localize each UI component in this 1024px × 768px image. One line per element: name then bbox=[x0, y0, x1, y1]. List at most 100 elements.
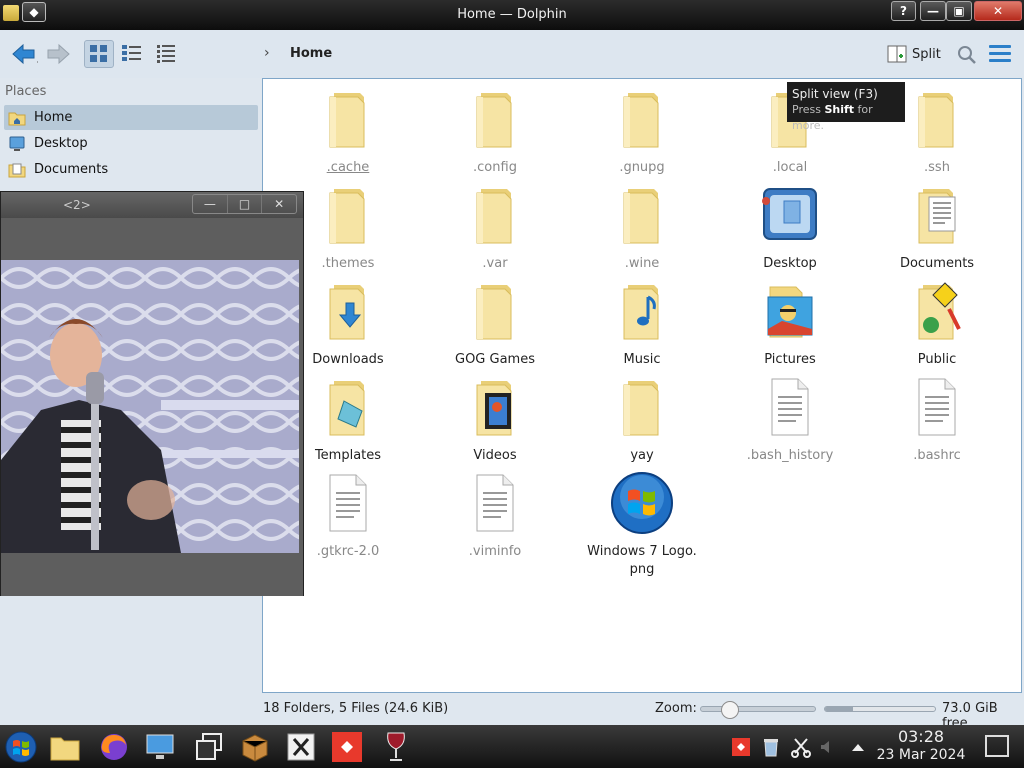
compact-view-button[interactable] bbox=[118, 40, 148, 68]
file-label: .bashrc bbox=[913, 448, 961, 463]
places-item-documents[interactable]: Documents bbox=[4, 157, 258, 182]
file-item-desktop[interactable]: Desktop bbox=[725, 183, 855, 273]
videos-folder-icon bbox=[476, 381, 512, 436]
places-item-desktop[interactable]: Desktop bbox=[4, 131, 258, 156]
forward-arrow-icon bbox=[47, 43, 70, 65]
video-player-window[interactable]: <2> — □ ✕ bbox=[0, 191, 304, 596]
file-item-documents[interactable]: Documents bbox=[872, 183, 1002, 273]
split-view-tooltip: Split view (F3) Press Shift for more. bbox=[787, 82, 905, 132]
file-label: .wine bbox=[624, 256, 660, 271]
file-view[interactable]: .cache .config .gnupg .local .ssh .theme… bbox=[262, 78, 1022, 693]
file-item-videos[interactable]: Videos bbox=[430, 375, 560, 465]
file-label: GOG Games bbox=[455, 352, 535, 367]
file-label: Videos bbox=[473, 448, 517, 463]
zoom-slider[interactable] bbox=[700, 701, 816, 719]
video-minimize-button[interactable]: — bbox=[193, 195, 228, 213]
search-button[interactable] bbox=[956, 44, 978, 66]
file-item-music[interactable]: Music bbox=[577, 279, 707, 369]
main-toolbar: › Home Split bbox=[0, 30, 1024, 78]
details-view-button[interactable] bbox=[152, 40, 182, 68]
file-item-windows7-logo[interactable]: Windows 7 Logo. png bbox=[577, 471, 707, 579]
taskbar-firefox[interactable] bbox=[97, 730, 131, 764]
anydesk-tray-icon bbox=[732, 738, 750, 756]
hamburger-menu-icon[interactable] bbox=[989, 45, 1011, 63]
maximize-button[interactable]: ▣ bbox=[946, 1, 972, 21]
video-close-button[interactable]: ✕ bbox=[262, 195, 296, 213]
file-item-gnupg[interactable]: .gnupg bbox=[577, 87, 707, 177]
help-button[interactable]: ? bbox=[891, 1, 916, 21]
split-button[interactable]: Split bbox=[886, 42, 941, 66]
places-item-home[interactable]: Home bbox=[4, 105, 258, 130]
taskbar-system-settings[interactable] bbox=[143, 730, 177, 764]
file-item-config[interactable]: .config bbox=[430, 87, 560, 177]
tooltip-title: Split view (F3) bbox=[792, 87, 878, 101]
wine-glass-icon bbox=[387, 732, 405, 761]
stacked-windows-icon bbox=[196, 733, 222, 760]
breadcrumb-chevron-icon[interactable]: › bbox=[264, 45, 270, 61]
file-item-wine[interactable]: .wine bbox=[577, 183, 707, 273]
video-window-controls: — □ ✕ bbox=[192, 194, 297, 214]
trash-icon bbox=[764, 739, 778, 757]
minimize-button[interactable]: — bbox=[920, 1, 946, 21]
compact-view-icon bbox=[122, 45, 141, 61]
search-icon bbox=[958, 46, 976, 64]
file-item-yay[interactable]: yay bbox=[577, 375, 707, 465]
tray-trash[interactable] bbox=[758, 730, 784, 764]
file-item-bash-history[interactable]: .bash_history bbox=[725, 375, 855, 465]
tray-scissors[interactable] bbox=[788, 730, 814, 764]
grid-view-icon bbox=[90, 45, 107, 62]
status-summary: 18 Folders, 5 Files (24.6 KiB) bbox=[263, 701, 449, 716]
video-window-body bbox=[1, 218, 303, 596]
folder-icon bbox=[50, 737, 80, 761]
file-item-bashrc[interactable]: .bashrc bbox=[872, 375, 1002, 465]
taskbar-windows[interactable] bbox=[192, 730, 226, 764]
disk-space-fill bbox=[825, 707, 853, 711]
file-item-viminfo[interactable]: .viminfo bbox=[430, 471, 560, 561]
show-desktop-button[interactable] bbox=[985, 735, 1009, 757]
tray-expand[interactable] bbox=[848, 730, 868, 764]
close-button[interactable]: ✕ bbox=[974, 1, 1022, 21]
file-label: .local bbox=[772, 160, 808, 175]
file-item-var[interactable]: .var bbox=[430, 183, 560, 273]
volume-icon bbox=[821, 741, 829, 753]
zoom-slider-handle[interactable] bbox=[720, 701, 739, 719]
text-file-icon bbox=[918, 378, 956, 436]
file-item-pictures[interactable]: Pictures bbox=[725, 279, 855, 369]
taskbar-x-app[interactable] bbox=[284, 730, 318, 764]
public-folder-icon bbox=[918, 282, 961, 340]
tray-anydesk[interactable] bbox=[728, 730, 754, 764]
forward-button[interactable] bbox=[44, 42, 72, 66]
taskbar-file-manager[interactable] bbox=[48, 730, 82, 764]
disk-space-bar bbox=[824, 706, 936, 712]
file-label: .config bbox=[473, 160, 517, 175]
package-icon bbox=[242, 734, 268, 762]
places-item-label: Documents bbox=[34, 162, 109, 177]
file-label: Windows 7 Logo. png bbox=[587, 544, 697, 577]
video-window-title: <2> bbox=[63, 198, 91, 212]
file-item-public[interactable]: Public bbox=[872, 279, 1002, 369]
windows-start-icon bbox=[5, 731, 37, 763]
start-button[interactable] bbox=[4, 730, 38, 764]
folder-icon bbox=[918, 93, 954, 148]
documents-folder-icon bbox=[918, 189, 956, 244]
icons-view-button[interactable] bbox=[84, 40, 114, 68]
folder-icon bbox=[329, 189, 365, 244]
tray-volume[interactable] bbox=[816, 730, 836, 764]
folder-icon bbox=[476, 285, 512, 340]
details-view-icon bbox=[157, 45, 175, 63]
firefox-icon bbox=[101, 734, 127, 760]
video-maximize-button[interactable]: □ bbox=[228, 195, 263, 213]
taskbar-anydesk[interactable] bbox=[330, 730, 364, 764]
taskbar-wine[interactable] bbox=[379, 730, 413, 764]
back-button[interactable] bbox=[10, 42, 41, 66]
video-frame[interactable] bbox=[1, 260, 299, 553]
taskbar-clock[interactable]: 03:28 23 Mar 2024 bbox=[870, 728, 972, 764]
window-titlebar[interactable]: ◆ Home — Dolphin ? — ▣ ✕ bbox=[0, 0, 1024, 30]
places-item-label: Desktop bbox=[34, 136, 88, 151]
breadcrumb-home[interactable]: Home bbox=[290, 46, 332, 61]
video-window-titlebar[interactable]: <2> — □ ✕ bbox=[1, 192, 303, 218]
taskbar-package-manager[interactable] bbox=[238, 730, 272, 764]
file-item-gog-games[interactable]: GOG Games bbox=[430, 279, 560, 369]
chevron-up-icon bbox=[852, 744, 864, 751]
file-item-cache[interactable]: .cache bbox=[283, 87, 413, 177]
